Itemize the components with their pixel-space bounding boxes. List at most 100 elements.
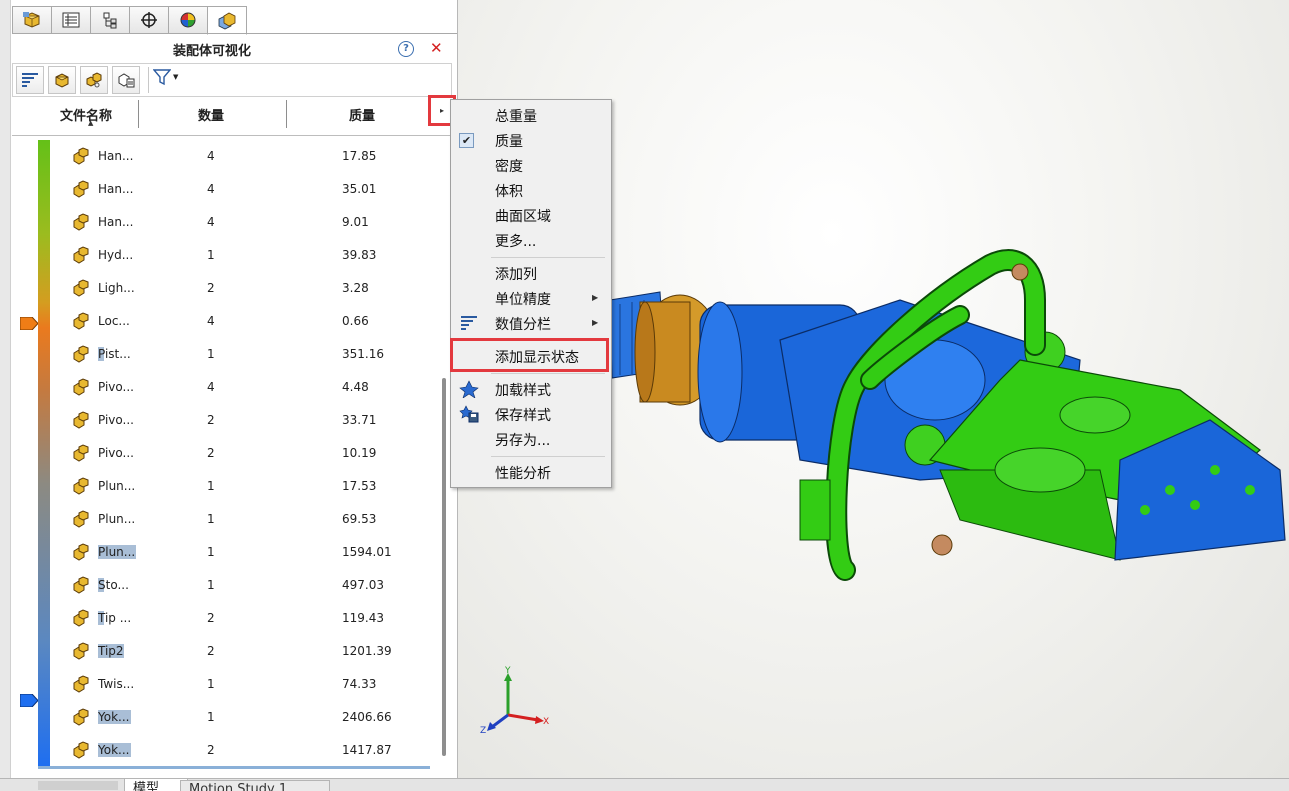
tab-assembly-visualization[interactable]: [207, 6, 247, 35]
column-separator[interactable]: [138, 100, 139, 128]
table-row[interactable]: Han... 4 17.85: [60, 139, 440, 172]
display-properties-button[interactable]: [112, 66, 140, 94]
row-file-name: Plun...: [98, 479, 136, 493]
tab-property-manager[interactable]: [51, 6, 90, 34]
menu-item-performance-analysis[interactable]: 性能分析: [495, 463, 551, 483]
column-header-name[interactable]: 文件名称: [60, 105, 112, 124]
part-icon: [73, 213, 89, 231]
table-row[interactable]: Plun... 1 1594.01: [60, 535, 440, 568]
part-icon: [73, 741, 89, 759]
tab-motion-study[interactable]: Motion Study 1: [180, 780, 330, 791]
tab-dimxpert-manager[interactable]: [129, 6, 168, 34]
menu-item-total-mass[interactable]: 总重量: [495, 106, 537, 126]
nested-view-button[interactable]: [80, 66, 108, 94]
tab-display-manager[interactable]: [168, 6, 207, 34]
row-file-name: Twis...: [98, 677, 135, 691]
part-icon: [73, 675, 89, 693]
row-quantity: 4: [207, 380, 215, 394]
axis-y-label: Y: [504, 666, 511, 676]
save-style-icon: [459, 405, 479, 423]
filter-dropdown-button[interactable]: ▼: [153, 68, 178, 86]
menu-item-volume[interactable]: 体积: [495, 181, 523, 201]
table-row[interactable]: Yok... 2 1417.87: [60, 733, 440, 766]
left-edge-strip: [0, 0, 11, 790]
row-quantity: 1: [207, 578, 215, 592]
row-mass: 33.71: [342, 413, 377, 427]
configuration-icon: [103, 12, 117, 29]
part-icon: [73, 378, 89, 396]
row-file-name: Pivo...: [98, 446, 134, 460]
row-mass: 17.53: [342, 479, 377, 493]
row-file-name: Pivo...: [98, 380, 134, 394]
column-header-mass[interactable]: 质量: [349, 105, 375, 124]
column-context-menu: 总重量 ✔ 质量 密度 体积 曲面区域 更多... 添加列 单位精度 ▶ 数值分…: [450, 99, 612, 488]
crosshair-icon: [141, 12, 157, 28]
appearance-sphere-icon: [180, 12, 196, 28]
table-row[interactable]: Loc... 4 0.66: [60, 304, 440, 337]
part-icon: [73, 543, 89, 561]
list-scrollbar[interactable]: [442, 378, 446, 756]
table-row[interactable]: Ligh... 2 3.28: [60, 271, 440, 304]
menu-item-save-style[interactable]: 保存样式: [495, 405, 551, 425]
menu-item-more[interactable]: 更多...: [495, 231, 536, 251]
part-icon: [73, 312, 89, 330]
row-mass: 0.66: [342, 314, 369, 328]
tab-feature-manager[interactable]: [12, 6, 51, 34]
row-quantity: 4: [207, 314, 215, 328]
row-mass: 2406.66: [342, 710, 392, 724]
tab-configuration-manager[interactable]: [90, 6, 129, 34]
value-bar-button[interactable]: [16, 66, 44, 94]
part-properties-icon: [118, 73, 135, 88]
table-row[interactable]: Pivo... 4 4.48: [60, 370, 440, 403]
tab-model[interactable]: 模型: [124, 778, 188, 791]
help-icon[interactable]: ?: [398, 41, 414, 57]
table-row[interactable]: Pist... 1 351.16: [60, 337, 440, 370]
row-file-name: Tip2: [98, 644, 126, 658]
value-bar-icon: [461, 316, 477, 330]
row-file-name: Yok...: [98, 743, 132, 757]
row-file-name: Yok...: [98, 710, 132, 724]
table-row[interactable]: Sto... 1 497.03: [60, 568, 440, 601]
column-header: 文件名称 ▲ 数量 质量: [12, 97, 457, 136]
row-file-name: Sto...: [98, 578, 131, 592]
table-row[interactable]: Plun... 1 17.53: [60, 469, 440, 502]
row-file-name: Pivo...: [98, 413, 134, 427]
menu-item-add-column[interactable]: 添加列: [495, 264, 537, 284]
menu-item-mass[interactable]: 质量: [495, 131, 523, 151]
menu-item-unit-precision[interactable]: 单位精度: [495, 289, 551, 309]
assembly-visualization-icon: [218, 12, 236, 29]
parts-icon: [55, 73, 69, 88]
menu-item-add-display-state[interactable]: 添加显示状态: [495, 347, 579, 367]
menu-item-save-as[interactable]: 另存为...: [495, 430, 550, 450]
part-icon: [73, 246, 89, 264]
table-row[interactable]: Pivo... 2 33.71: [60, 403, 440, 436]
table-row[interactable]: Tip2 2 1201.39: [60, 634, 440, 667]
part-icon: [73, 411, 89, 429]
table-row[interactable]: Twis... 1 74.33: [60, 667, 440, 700]
menu-item-value-bar[interactable]: 数值分栏: [495, 314, 551, 334]
tab-scroll-buttons[interactable]: [38, 781, 118, 790]
menu-item-surface-area[interactable]: 曲面区域: [495, 206, 551, 226]
table-row[interactable]: Pivo... 2 10.19: [60, 436, 440, 469]
table-row[interactable]: Tip ... 2 119.43: [60, 601, 440, 634]
menu-item-density[interactable]: 密度: [495, 156, 523, 176]
table-row[interactable]: Yok... 1 2406.66: [60, 700, 440, 733]
table-row[interactable]: Plun... 1 69.53: [60, 502, 440, 535]
row-quantity: 4: [207, 149, 215, 163]
close-icon[interactable]: ✕: [430, 39, 443, 57]
table-row[interactable]: Han... 4 9.01: [60, 205, 440, 238]
table-row[interactable]: Han... 4 35.01: [60, 172, 440, 205]
lower-range-slider[interactable]: [20, 694, 38, 707]
table-row[interactable]: Hyd... 1 39.83: [60, 238, 440, 271]
menu-item-load-style[interactable]: 加载样式: [495, 380, 551, 400]
row-quantity: 1: [207, 248, 215, 262]
column-header-qty[interactable]: 数量: [198, 105, 224, 124]
column-separator[interactable]: [286, 100, 287, 128]
row-quantity: 4: [207, 182, 215, 196]
row-mass: 119.43: [342, 611, 384, 625]
flat-tree-view-button[interactable]: [48, 66, 76, 94]
upper-range-slider[interactable]: [20, 317, 38, 330]
part-icon: [73, 345, 89, 363]
row-quantity: 2: [207, 743, 215, 757]
row-quantity: 2: [207, 413, 215, 427]
